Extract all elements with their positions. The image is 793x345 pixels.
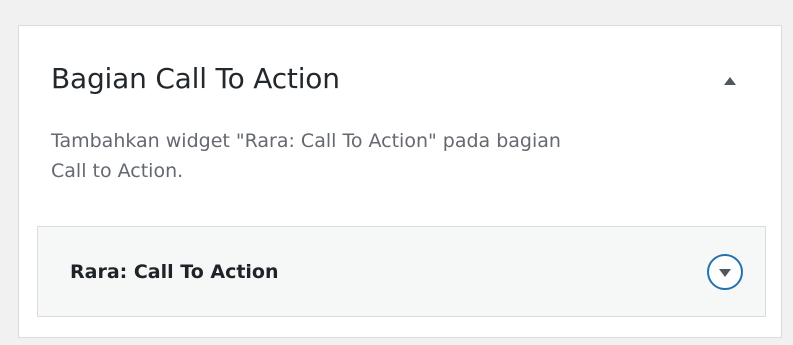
section-collapse-toggle[interactable] (719, 70, 741, 92)
widget-expand-toggle[interactable] (703, 250, 747, 294)
section-description-line-1: Tambahkan widget "Rara: Call To Action" … (51, 130, 561, 152)
chevron-down-circle-icon (707, 254, 743, 290)
section-header: Bagian Call To Action (19, 26, 781, 126)
section-description-line-2: Call to Action. (51, 160, 184, 182)
section-title: Bagian Call To Action (51, 62, 340, 95)
section-description: Tambahkan widget "Rara: Call To Action" … (51, 126, 731, 186)
customizer-stage: Bagian Call To Action Tambahkan widget "… (0, 0, 793, 345)
widget-title: Rara: Call To Action (70, 261, 279, 283)
widget-rara-call-to-action[interactable]: Rara: Call To Action (37, 226, 766, 317)
call-to-action-section: Bagian Call To Action Tambahkan widget "… (18, 25, 782, 338)
triangle-up-icon (724, 77, 736, 85)
